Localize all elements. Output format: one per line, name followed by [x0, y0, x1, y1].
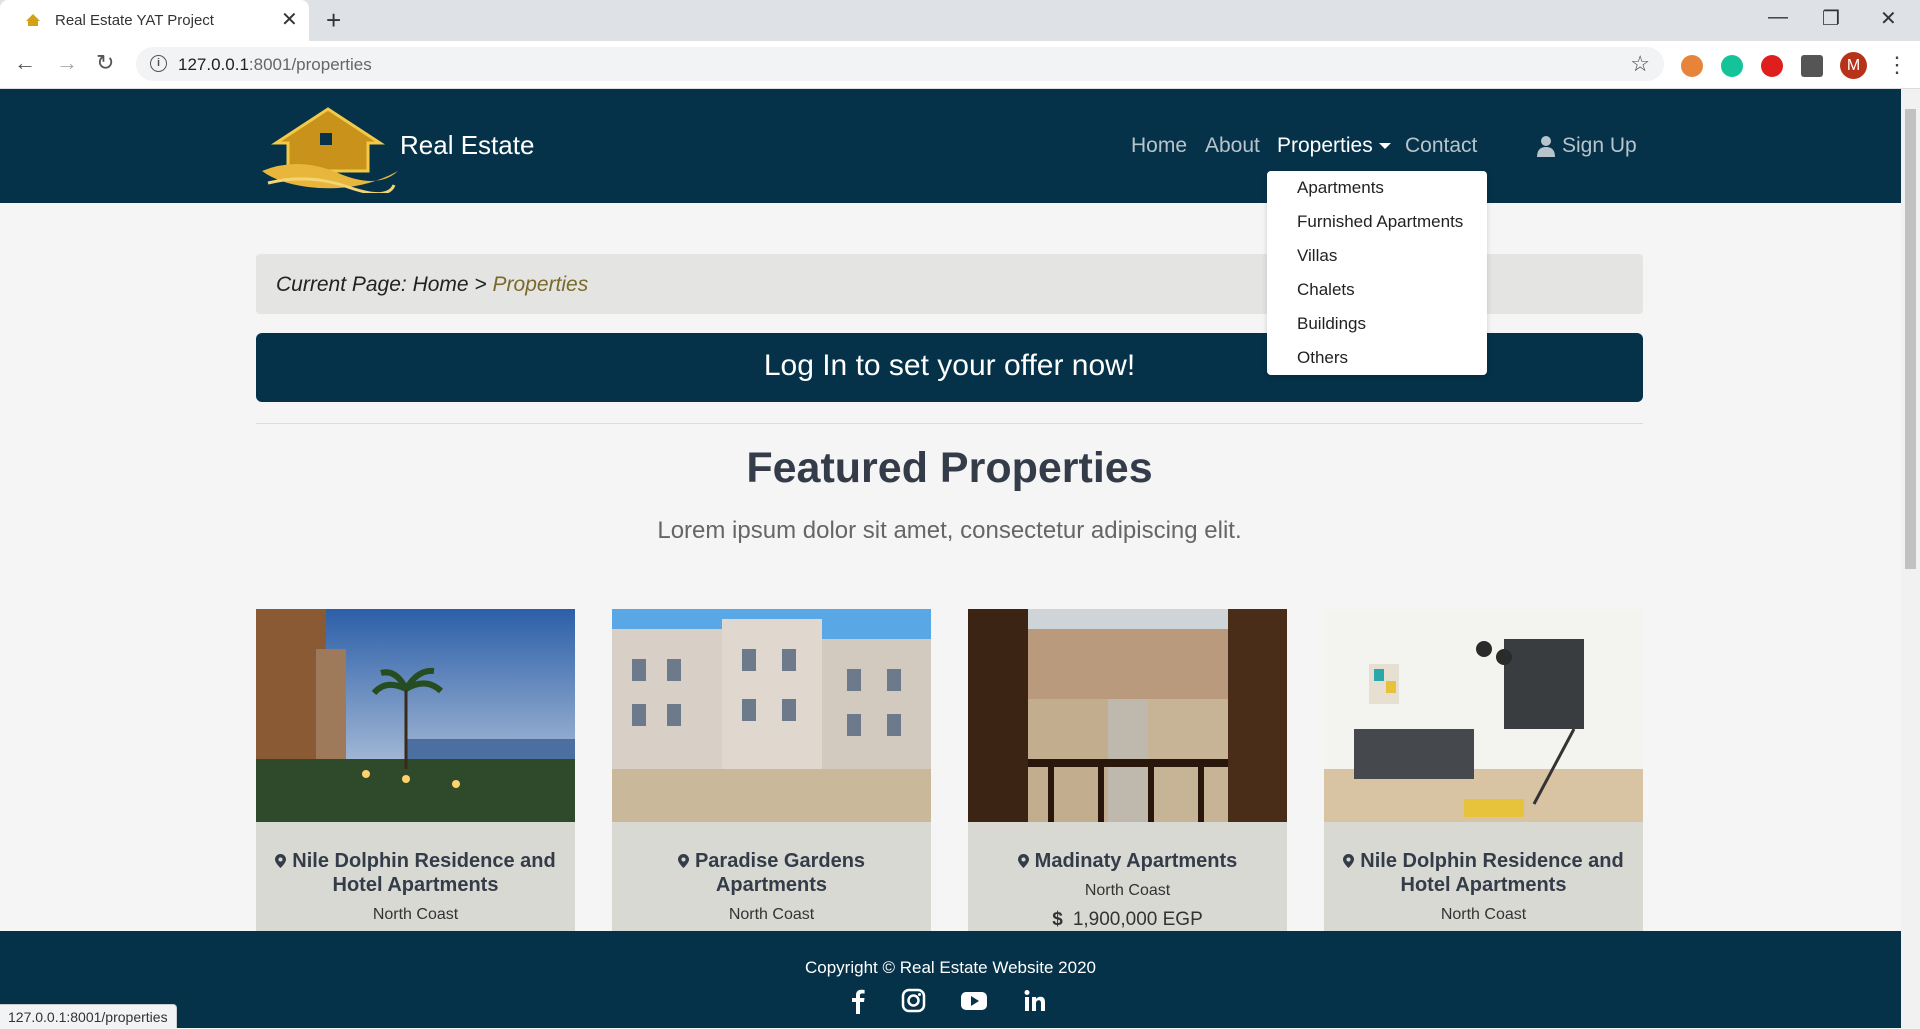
back-icon[interactable]: ←	[14, 51, 36, 75]
nav-contact[interactable]: Contact	[1405, 134, 1477, 158]
url-text: 127.0.0.1:8001/properties	[178, 55, 372, 74]
map-pin-icon	[275, 854, 287, 868]
dropdown-item-furnished-apartments[interactable]: Furnished Apartments	[1297, 212, 1463, 232]
site-navbar: Real Estate Home About Properties Contac…	[0, 89, 1901, 203]
property-image	[1324, 609, 1643, 822]
site-footer: Copyright © Real Estate Website 2020	[0, 931, 1901, 1028]
status-bar-url: 127.0.0.1:8001/properties	[0, 1004, 177, 1028]
property-image	[612, 609, 931, 822]
reload-icon[interactable]: ↻	[96, 51, 114, 75]
browser-tab[interactable]: Real Estate YAT Project ✕	[0, 0, 309, 41]
dropdown-item-buildings[interactable]: Buildings	[1297, 314, 1366, 334]
section-title: Featured Properties	[746, 444, 1153, 492]
property-card[interactable]: Madinaty Apartments North Coast $1,900,0…	[968, 609, 1287, 939]
map-pin-icon	[677, 854, 689, 868]
favicon-icon	[26, 14, 40, 26]
browser-toolbar: ← → ↻ i 127.0.0.1:8001/properties ☆	[0, 41, 1920, 89]
properties-dropdown: Apartments Furnished Apartments Villas C…	[1267, 171, 1487, 375]
breadcrumb-text: Current Page: Home > Properties	[276, 273, 589, 296]
nav-about[interactable]: About	[1205, 134, 1260, 158]
breadcrumb-current: Properties	[492, 273, 589, 296]
map-pin-icon	[1017, 854, 1029, 868]
property-card[interactable]: Paradise Gardens Apartments North Coast	[612, 609, 931, 939]
section-subtitle: Lorem ipsum dolor sit amet, consectetur …	[657, 517, 1242, 544]
copyright-text: Copyright © Real Estate Website 2020	[805, 958, 1096, 977]
dropdown-item-villas[interactable]: Villas	[1297, 246, 1337, 266]
caret-down-icon	[1378, 143, 1391, 150]
bookmark-star-icon[interactable]: ☆	[1630, 51, 1650, 77]
property-location: North Coast	[1440, 906, 1527, 923]
youtube-icon[interactable]	[959, 988, 989, 1014]
property-card[interactable]: Nile Dolphin Residence and Hotel Apartme…	[256, 609, 575, 939]
property-price: $1,900,000 EGP	[1052, 909, 1203, 930]
extension-icon[interactable]	[1681, 55, 1703, 77]
adblock-icon[interactable]	[1761, 55, 1783, 77]
property-title[interactable]: Nile Dolphin Residence and Hotel Apartme…	[1334, 849, 1633, 897]
property-location: North Coast	[1084, 882, 1171, 899]
site-brand[interactable]: Real Estate	[400, 130, 534, 161]
restore-icon[interactable]: ❐	[1822, 6, 1840, 31]
dollar-icon: $	[1052, 909, 1063, 930]
nav-properties[interactable]: Properties	[1277, 134, 1391, 158]
dropdown-item-chalets[interactable]: Chalets	[1297, 280, 1355, 300]
property-title[interactable]: Paradise Gardens Apartments	[622, 849, 921, 897]
extensions-puzzle-icon[interactable]	[1801, 55, 1823, 77]
divider	[256, 423, 1643, 424]
dropdown-item-apartments[interactable]: Apartments	[1297, 178, 1384, 198]
nav-signup[interactable]: Sign Up	[1562, 134, 1637, 158]
tab-title: Real Estate YAT Project	[55, 12, 214, 29]
property-image	[968, 609, 1287, 822]
property-location: North Coast	[372, 906, 459, 923]
property-image	[256, 609, 575, 822]
page-scrollbar[interactable]	[1901, 89, 1920, 1028]
property-title[interactable]: Nile Dolphin Residence and Hotel Apartme…	[266, 849, 565, 897]
close-window-icon[interactable]: ✕	[1880, 6, 1897, 31]
property-card[interactable]: Nile Dolphin Residence and Hotel Apartme…	[1324, 609, 1643, 939]
user-icon	[1537, 136, 1555, 157]
linkedin-icon[interactable]	[1020, 988, 1050, 1014]
property-location: North Coast	[728, 906, 815, 923]
browser-tab-bar: Real Estate YAT Project ✕ + — ❐ ✕	[0, 0, 1920, 41]
scrollbar-thumb[interactable]	[1905, 109, 1916, 569]
house-logo-icon[interactable]	[258, 101, 398, 193]
web-page: Real Estate Home About Properties Contac…	[0, 89, 1901, 1028]
tab-close-icon[interactable]: ✕	[281, 8, 298, 32]
property-title[interactable]: Madinaty Apartments	[978, 849, 1277, 873]
minimize-icon[interactable]: —	[1768, 6, 1788, 29]
profile-avatar[interactable]: M	[1840, 52, 1867, 79]
forward-icon[interactable]: →	[56, 51, 78, 75]
nav-home[interactable]: Home	[1131, 134, 1187, 158]
new-tab-icon[interactable]: +	[326, 6, 341, 34]
dropdown-item-others[interactable]: Others	[1297, 348, 1348, 368]
grammarly-icon[interactable]	[1721, 55, 1743, 77]
browser-menu-icon[interactable]: ⋮	[1886, 52, 1908, 78]
facebook-icon[interactable]	[843, 988, 873, 1014]
instagram-icon[interactable]	[898, 988, 928, 1014]
map-pin-icon	[1343, 854, 1355, 868]
site-info-icon[interactable]: i	[150, 55, 167, 72]
address-bar[interactable]: i 127.0.0.1:8001/properties ☆	[136, 47, 1664, 81]
